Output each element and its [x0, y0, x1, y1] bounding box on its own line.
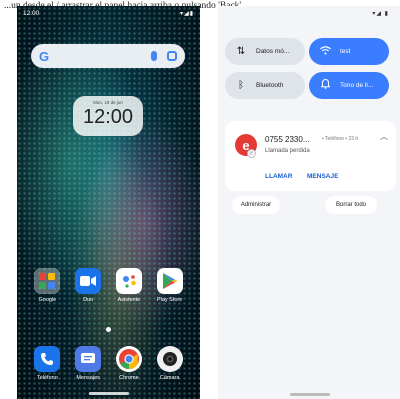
- tile-ringtone[interactable]: Tono de ll...: [309, 72, 389, 99]
- app-label: Chrome: [119, 375, 139, 381]
- tile-label: test: [340, 48, 351, 55]
- tile-label: Tono de ll...: [340, 82, 374, 89]
- tile-label: Datos mó...: [256, 48, 290, 55]
- status-bar: 12:00 ▾◢▮: [23, 8, 194, 18]
- tile-mobile-data[interactable]: ⇅ Datos mó...: [225, 38, 305, 65]
- chrome-icon: [115, 346, 142, 372]
- app-play-store[interactable]: Play Store: [150, 268, 190, 303]
- clear-all-button[interactable]: Borrar todo: [325, 196, 377, 214]
- notification-body: Llamada perdida: [265, 148, 310, 154]
- app-label: Cámara: [159, 375, 180, 381]
- app-assistant[interactable]: Asistente: [109, 268, 149, 303]
- manage-button[interactable]: Administrar: [232, 196, 280, 214]
- app-duo[interactable]: Duo: [68, 268, 108, 303]
- app-label: Teléfono: [36, 375, 58, 381]
- home-screen: 12:00 ▾◢▮ G Mon, 19 de jun 12:00 Google …: [17, 6, 200, 399]
- missed-call-notification[interactable]: e ✆ 0755 2330... • Teléfono • 23 h ︿ Lla…: [225, 121, 396, 191]
- page-indicator: [106, 327, 111, 332]
- app-phone[interactable]: Teléfono: [27, 346, 67, 381]
- app-label: Play Store: [156, 297, 183, 303]
- mic-icon[interactable]: [151, 51, 157, 61]
- missed-call-icon: ✆: [247, 149, 256, 158]
- status-icons: ▾◢▮: [180, 10, 194, 17]
- call-back-button[interactable]: LLAMAR: [265, 173, 292, 180]
- notification-shade: ▾◢ ▮ ⇅ Datos mó... test ᛒ Bluetooth Tono…: [218, 6, 400, 399]
- messages-icon: [75, 346, 102, 372]
- tile-label: Bluetooth: [256, 82, 284, 89]
- tile-wifi[interactable]: test: [309, 38, 389, 65]
- gesture-bar[interactable]: [89, 392, 129, 395]
- app-label: Mensajes: [76, 375, 100, 381]
- clock-date: Mon, 19 de jun: [93, 100, 123, 105]
- bell-icon: [319, 78, 331, 92]
- google-search-bar[interactable]: G: [31, 44, 185, 68]
- status-icons: ▾◢ ▮: [372, 11, 389, 17]
- wifi-icon: [319, 45, 331, 58]
- google-folder-icon: [34, 268, 61, 294]
- notification-meta: • Teléfono • 23 h: [322, 136, 359, 142]
- gesture-bar[interactable]: [290, 393, 330, 396]
- dock: Teléfono Mensajes Chrome Cámara: [17, 346, 200, 381]
- app-chrome[interactable]: Chrome: [109, 346, 149, 381]
- google-g-icon: G: [39, 48, 50, 64]
- lens-icon[interactable]: [167, 51, 177, 61]
- app-camera[interactable]: Cámara: [150, 346, 190, 381]
- app-label: Duo: [83, 297, 94, 303]
- message-button[interactable]: MENSAJE: [307, 173, 338, 180]
- status-time: 12:00: [23, 9, 40, 17]
- app-messages[interactable]: Mensajes: [68, 346, 108, 381]
- bluetooth-icon: ᛒ: [238, 80, 244, 91]
- camera-icon: [156, 346, 183, 372]
- tile-bluetooth[interactable]: ᛒ Bluetooth: [225, 72, 305, 99]
- app-google-folder[interactable]: Google: [27, 268, 67, 303]
- phone-icon: [34, 346, 61, 372]
- mobile-data-icon: ⇅: [236, 46, 246, 57]
- app-label: Google: [38, 297, 57, 303]
- app-label: Asistente: [117, 297, 141, 303]
- screenshot: ...un desde el / arrastrar el panel haci…: [0, 0, 400, 399]
- duo-icon: [75, 268, 102, 294]
- clock-widget[interactable]: Mon, 19 de jun 12:00: [73, 96, 143, 136]
- play-store-icon: [156, 268, 183, 294]
- notification-title: 0755 2330...: [265, 135, 310, 144]
- app-row-1: Google Duo Asistente Play Store: [17, 268, 200, 303]
- assistant-icon: [115, 268, 142, 294]
- clock-time: 12:00: [82, 106, 134, 128]
- chevron-up-icon[interactable]: ︿: [380, 131, 388, 142]
